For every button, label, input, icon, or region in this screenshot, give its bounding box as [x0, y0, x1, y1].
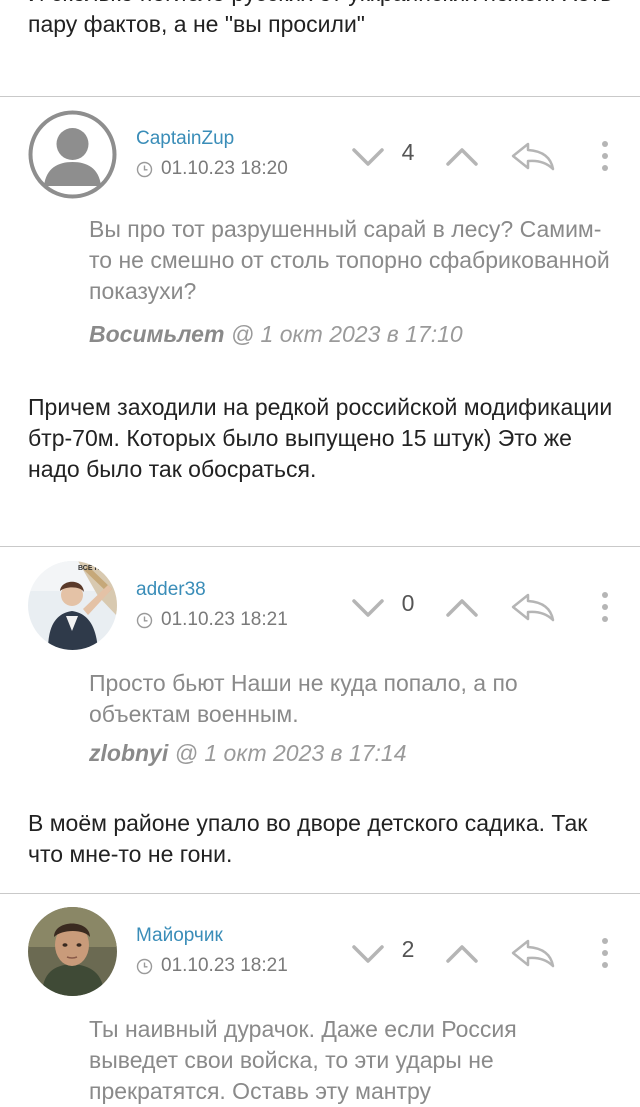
reply-arrow-icon[interactable] [508, 136, 558, 176]
divider [0, 96, 640, 97]
chevron-down-icon[interactable] [348, 587, 388, 627]
quote-author[interactable]: zlobnyi [89, 740, 168, 766]
vote-bar: 0 [348, 587, 628, 627]
previous-comment-text: И сколько погибло русских от уккраинских… [28, 0, 612, 37]
username[interactable]: adder38 [136, 579, 206, 601]
quote-text: Ты наивный дурачок. Даже если Россия выв… [89, 1016, 517, 1104]
chevron-up-icon[interactable] [442, 136, 482, 176]
avatar[interactable] [28, 110, 117, 199]
comment-text: В моём районе упало во дворе детского са… [28, 810, 588, 867]
more-vertical-icon[interactable] [593, 933, 617, 973]
vote-score: 4 [401, 139, 415, 165]
chevron-down-icon[interactable] [348, 136, 388, 176]
username[interactable]: Майорчик [136, 925, 223, 947]
quote-signature: Восимьлет @ 1 окт 2023 в 17:10 [89, 321, 463, 348]
divider [0, 893, 640, 894]
vote-bar: 2 [348, 933, 628, 973]
avatar-caption: ВСЁ НА [78, 564, 105, 572]
user-photo-avatar: ВСЁ НА [28, 561, 117, 650]
chevron-down-icon[interactable] [348, 933, 388, 973]
comment-date: 01.10.23 18:21 [136, 609, 288, 631]
comment-text: Причем заходили на редкой российской мод… [28, 394, 613, 482]
date-text: 01.10.23 18:21 [161, 609, 288, 630]
default-user-icon [28, 110, 117, 199]
man-portrait-avatar [28, 907, 117, 996]
comment-date: 01.10.23 18:20 [136, 158, 288, 180]
more-vertical-icon[interactable] [593, 136, 617, 176]
quote-meta[interactable]: @ 1 окт 2023 в 17:14 [175, 740, 407, 766]
quote-meta[interactable]: @ 1 окт 2023 в 17:10 [231, 321, 463, 347]
clock-icon [136, 958, 153, 974]
date-text: 01.10.23 18:20 [161, 158, 288, 179]
more-vertical-icon[interactable] [593, 587, 617, 627]
quote-text: Вы про тот разрушенный сарай в лесу? Сам… [89, 216, 610, 304]
comment-date: 01.10.23 18:21 [136, 955, 288, 977]
date-text: 01.10.23 18:21 [161, 955, 288, 976]
avatar[interactable]: ВСЁ НА [28, 561, 117, 650]
reply-arrow-icon[interactable] [508, 933, 558, 973]
quote-signature: zlobnyi @ 1 окт 2023 в 17:14 [89, 740, 407, 767]
vote-bar: 4 [348, 136, 628, 176]
clock-icon [136, 612, 153, 628]
quote-author[interactable]: Восимьлет [89, 321, 224, 347]
reply-arrow-icon[interactable] [508, 587, 558, 627]
divider [0, 546, 640, 547]
vote-score: 2 [401, 936, 415, 962]
chevron-up-icon[interactable] [442, 933, 482, 973]
avatar[interactable] [28, 907, 117, 996]
vote-score: 0 [401, 590, 415, 616]
quote-text: Просто бьют Наши не куда попало, а по об… [89, 670, 518, 727]
chevron-up-icon[interactable] [442, 587, 482, 627]
clock-icon [136, 161, 153, 177]
username[interactable]: CaptainZup [136, 128, 234, 150]
